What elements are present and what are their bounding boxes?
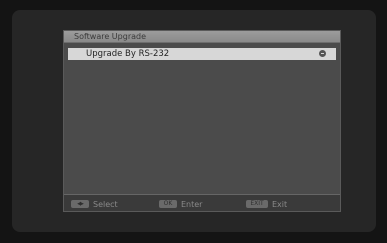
menu-item-upgrade-rs232[interactable]: Upgrade By RS-232 — [68, 48, 336, 60]
enter-hint-label: Enter — [181, 199, 203, 209]
exit-hint-label: Exit — [272, 199, 288, 209]
key-hint-bar: ◀▶ Select OK Enter EXIT Exit — [64, 194, 340, 211]
menu-list: Upgrade By RS-232 — [68, 48, 336, 194]
select-hint-label: Select — [93, 199, 118, 209]
menu-item-label: Upgrade By RS-232 — [86, 49, 170, 59]
software-upgrade-dialog: Software Upgrade Upgrade By RS-232 ◀▶ Se… — [64, 31, 340, 211]
exit-key-icon: EXIT — [246, 200, 268, 208]
dialog-title: Software Upgrade — [64, 31, 340, 43]
select-hint: ◀▶ Select — [71, 199, 118, 209]
exit-hint: EXIT Exit — [246, 199, 287, 209]
up-down-arrows-icon: ◀▶ — [71, 200, 89, 208]
ok-key-icon: OK — [159, 200, 177, 208]
enter-hint: OK Enter — [159, 199, 202, 209]
enter-icon — [319, 50, 326, 57]
